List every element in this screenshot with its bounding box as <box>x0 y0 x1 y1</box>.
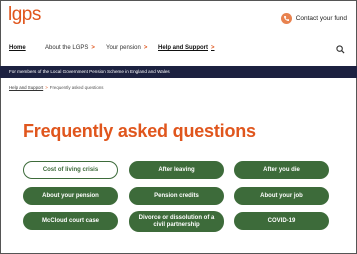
faq-button-pension-credits[interactable]: Pension credits <box>129 187 224 205</box>
faq-button-cost-of-living[interactable]: Cost of living crisis <box>23 161 118 179</box>
faq-button-mccloud-court-case[interactable]: McCloud court case <box>23 212 118 230</box>
breadcrumb-current: Frequently asked questions <box>49 85 104 90</box>
lgps-logo[interactable]: lgps <box>8 4 41 26</box>
chevron-right-icon: > <box>91 45 95 51</box>
breadcrumb-link-help-and-support[interactable]: Help and Support <box>9 85 43 90</box>
faq-button-after-you-die[interactable]: After you die <box>234 161 329 179</box>
main-nav: Home About the LGPS > Your pension > Help … <box>0 40 357 60</box>
search-icon[interactable] <box>336 45 345 54</box>
nav-item-label: Help and Support <box>158 45 208 51</box>
contact-your-fund-link[interactable]: Contact your fund <box>280 13 347 24</box>
site-header: lgps Contact your fund <box>0 0 357 36</box>
phone-icon <box>280 13 292 24</box>
nav-item-label: About the LGPS <box>45 45 89 51</box>
faq-button-about-your-job[interactable]: About your job <box>234 187 329 205</box>
nav-item-your-pension[interactable]: Your pension > <box>106 45 147 51</box>
page-title: Frequently asked questions <box>23 121 256 141</box>
contact-your-fund-label: Contact your fund <box>295 15 347 22</box>
faq-button-after-leaving[interactable]: After leaving <box>129 161 224 179</box>
chevron-right-icon: > <box>211 45 215 51</box>
nav-item-about-the-lgps[interactable]: About the LGPS > <box>45 45 95 51</box>
faq-button-covid-19[interactable]: COVID-19 <box>234 212 329 230</box>
breadcrumb-separator: > <box>45 85 48 90</box>
faq-button-divorce-or-dissolution[interactable]: Divorce or dissolution of a civil partne… <box>129 211 224 232</box>
chevron-right-icon: > <box>143 45 148 51</box>
breadcrumb: Help and Support > Frequently asked questi… <box>9 85 103 90</box>
faq-button-about-your-pension[interactable]: About your pension <box>23 187 118 205</box>
nav-item-label: Your pension <box>106 45 141 51</box>
nav-item-label: Home <box>9 45 26 51</box>
nav-item-home[interactable]: Home <box>9 45 26 51</box>
member-banner: For members of the Local Government Pens… <box>0 66 357 78</box>
banner-text: For members of the Local Government Pens… <box>9 69 170 74</box>
nav-item-help-and-support[interactable]: Help and Support > <box>158 45 215 51</box>
